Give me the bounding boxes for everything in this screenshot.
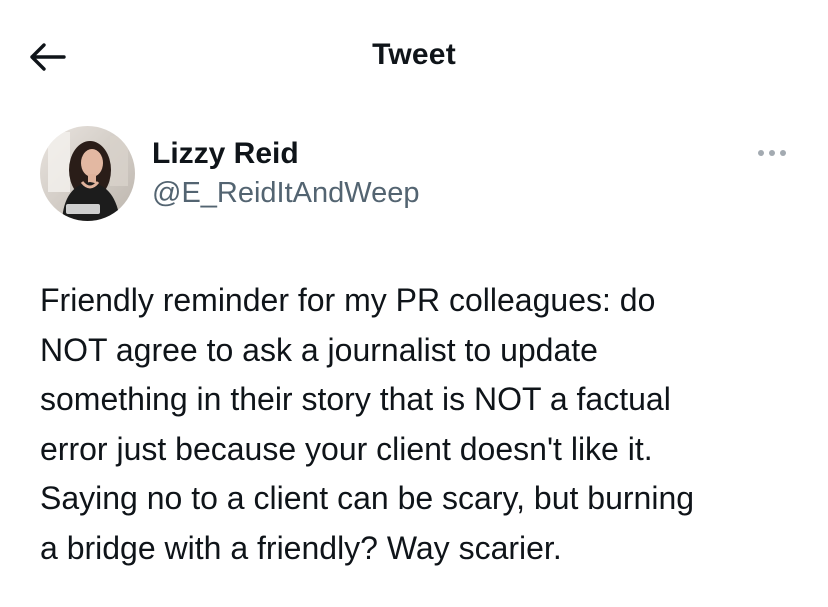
top-navigation-bar: Tweet — [0, 0, 828, 115]
tweet-text-line: something in their story that is NOT a f… — [40, 381, 671, 417]
tweet-text-line: Friendly reminder for my PR colleagues: … — [40, 282, 656, 318]
tweet-text-line: a bridge with a friendly? Way scarier. — [40, 529, 562, 566]
page-title: Tweet — [372, 38, 456, 71]
tweet-author: Lizzy Reid @E_ReidItAndWeep — [40, 126, 800, 222]
avatar[interactable] — [40, 126, 135, 221]
tweet-text-line: Saying no to a client can be scary, but … — [40, 480, 695, 516]
more-horizontal-icon — [758, 150, 786, 156]
author-display-name[interactable]: Lizzy Reid — [152, 137, 299, 171]
more-options-button[interactable] — [752, 138, 792, 168]
avatar-photo — [40, 126, 135, 221]
tweet-text-line: error just because your client doesn't l… — [40, 430, 653, 467]
author-handle[interactable]: @E_ReidItAndWeep — [152, 177, 420, 210]
tweet-text: Friendly reminder for my PR colleagues: … — [40, 276, 800, 573]
tweet-text-line: NOT agree to ask a journalist to update — [40, 331, 598, 368]
